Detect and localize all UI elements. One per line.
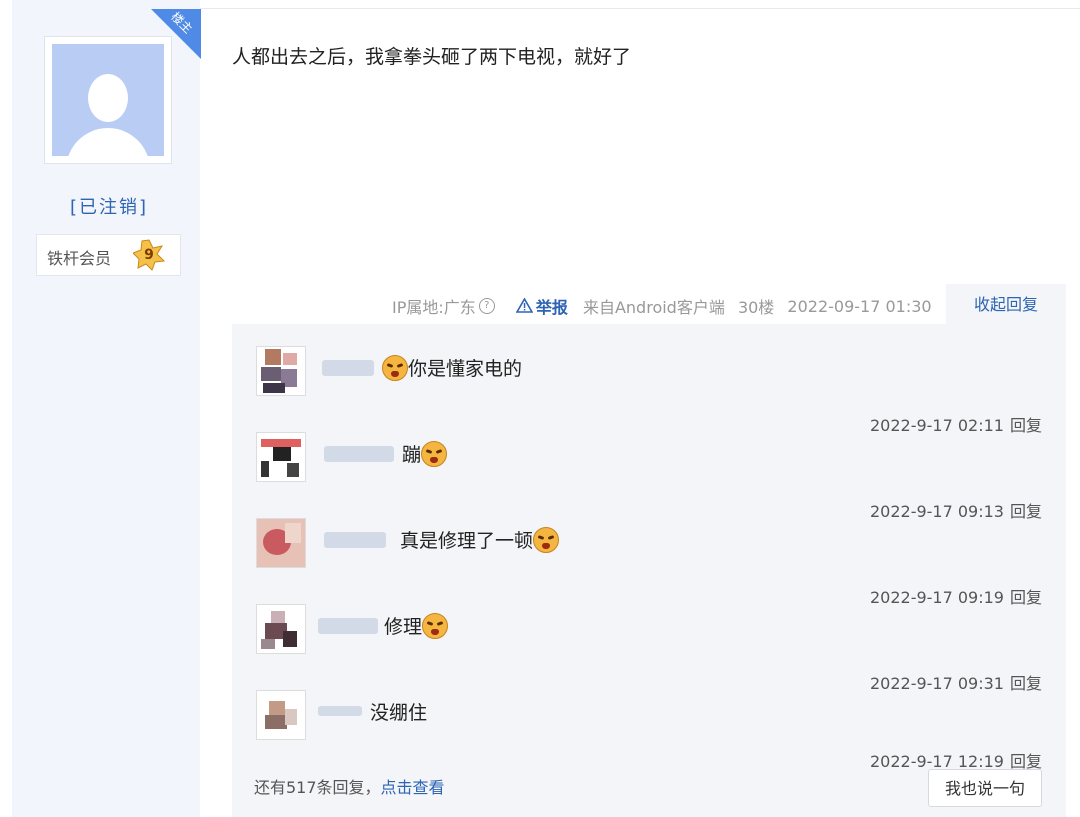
reply-avatar[interactable] xyxy=(256,604,306,654)
add-reply-button[interactable]: 我也说一句 xyxy=(928,769,1042,807)
reply-text-line: 修理 xyxy=(384,612,449,639)
floor-owner-badge: 楼主 xyxy=(151,9,201,59)
reply-text-line: 蹦 xyxy=(402,440,448,467)
reply-text: 蹦 xyxy=(402,444,422,466)
post-datetime: 2022-09-17 01:30 xyxy=(787,296,932,316)
report-label: 举报 xyxy=(535,298,568,317)
reply-username-blurred[interactable] xyxy=(318,706,362,716)
more-replies-row: 还有517条回复，点击查看 xyxy=(254,774,445,798)
reply-text-line: 真是修理了一顿 xyxy=(400,526,560,553)
level-number: 9 xyxy=(144,247,154,263)
reply-username-blurred[interactable] xyxy=(324,532,386,548)
reply-text: 修理 xyxy=(384,616,423,638)
reply-username-blurred[interactable] xyxy=(322,360,374,376)
member-level-box[interactable]: 铁杆会员 9 xyxy=(36,234,181,276)
more-replies-count: 还有517条回复， xyxy=(254,778,381,797)
report-link[interactable]: 举报 xyxy=(515,294,568,318)
warning-icon xyxy=(515,297,533,313)
angry-face-icon xyxy=(421,440,448,467)
divider xyxy=(200,8,1080,9)
reply-avatar[interactable] xyxy=(256,346,306,396)
level-star-icon: 9 xyxy=(133,239,165,271)
reply-item: 没绷住 2022-9-17 12:19 回复 xyxy=(232,690,1066,776)
view-more-link[interactable]: 点击查看 xyxy=(381,778,445,797)
angry-face-icon xyxy=(533,526,560,553)
reply-item: 蹦 2022-9-17 09:13 回复 xyxy=(232,432,1066,521)
reply-text: 你是懂家电的 xyxy=(408,358,523,380)
floor-number: 30楼 xyxy=(737,298,775,317)
ip-location: IP属地:广东 xyxy=(392,298,476,317)
reply-text: 没绷住 xyxy=(370,702,428,724)
reply-panel: 你是懂家电的 2022-9-17 02:11 回复 蹦 2022-9-17 09:… xyxy=(232,324,1066,817)
post-meta: IP属地:广东? 举报 来自Android客户端 30楼 2022-09-17 … xyxy=(392,294,932,318)
reply-item: 修理 2022-9-17 09:31 回复 xyxy=(232,604,1066,693)
reply-item: 你是懂家电的 2022-9-17 02:11 回复 xyxy=(232,346,1066,435)
reply-text: 真是修理了一顿 xyxy=(400,530,534,552)
reply-username-blurred[interactable] xyxy=(318,618,378,634)
default-avatar-icon xyxy=(52,44,164,156)
reply-text-line: 没绷住 xyxy=(370,698,427,725)
reply-avatar[interactable] xyxy=(256,432,306,482)
angry-face-icon xyxy=(422,612,449,639)
post-content: 人都出去之后，我拿拳头砸了两下电视，就好了 xyxy=(232,46,632,68)
reply-avatar[interactable] xyxy=(256,518,306,568)
angry-face-icon xyxy=(382,354,408,381)
help-icon[interactable]: ? xyxy=(478,298,495,314)
reply-username-blurred[interactable] xyxy=(324,446,394,462)
member-label: 铁杆会员 xyxy=(47,249,112,268)
client-source: 来自Android客户端 xyxy=(582,298,725,317)
collapse-replies-button[interactable]: 收起回复 xyxy=(946,284,1066,324)
reply-item: 真是修理了一顿 2022-9-17 09:19 回复 xyxy=(232,518,1066,607)
reply-avatar[interactable] xyxy=(256,690,306,740)
floor-owner-badge-label: 楼主 xyxy=(168,9,196,37)
author-username[interactable]: [已注销] xyxy=(0,193,218,219)
reply-text-line: 你是懂家电的 xyxy=(382,354,522,381)
